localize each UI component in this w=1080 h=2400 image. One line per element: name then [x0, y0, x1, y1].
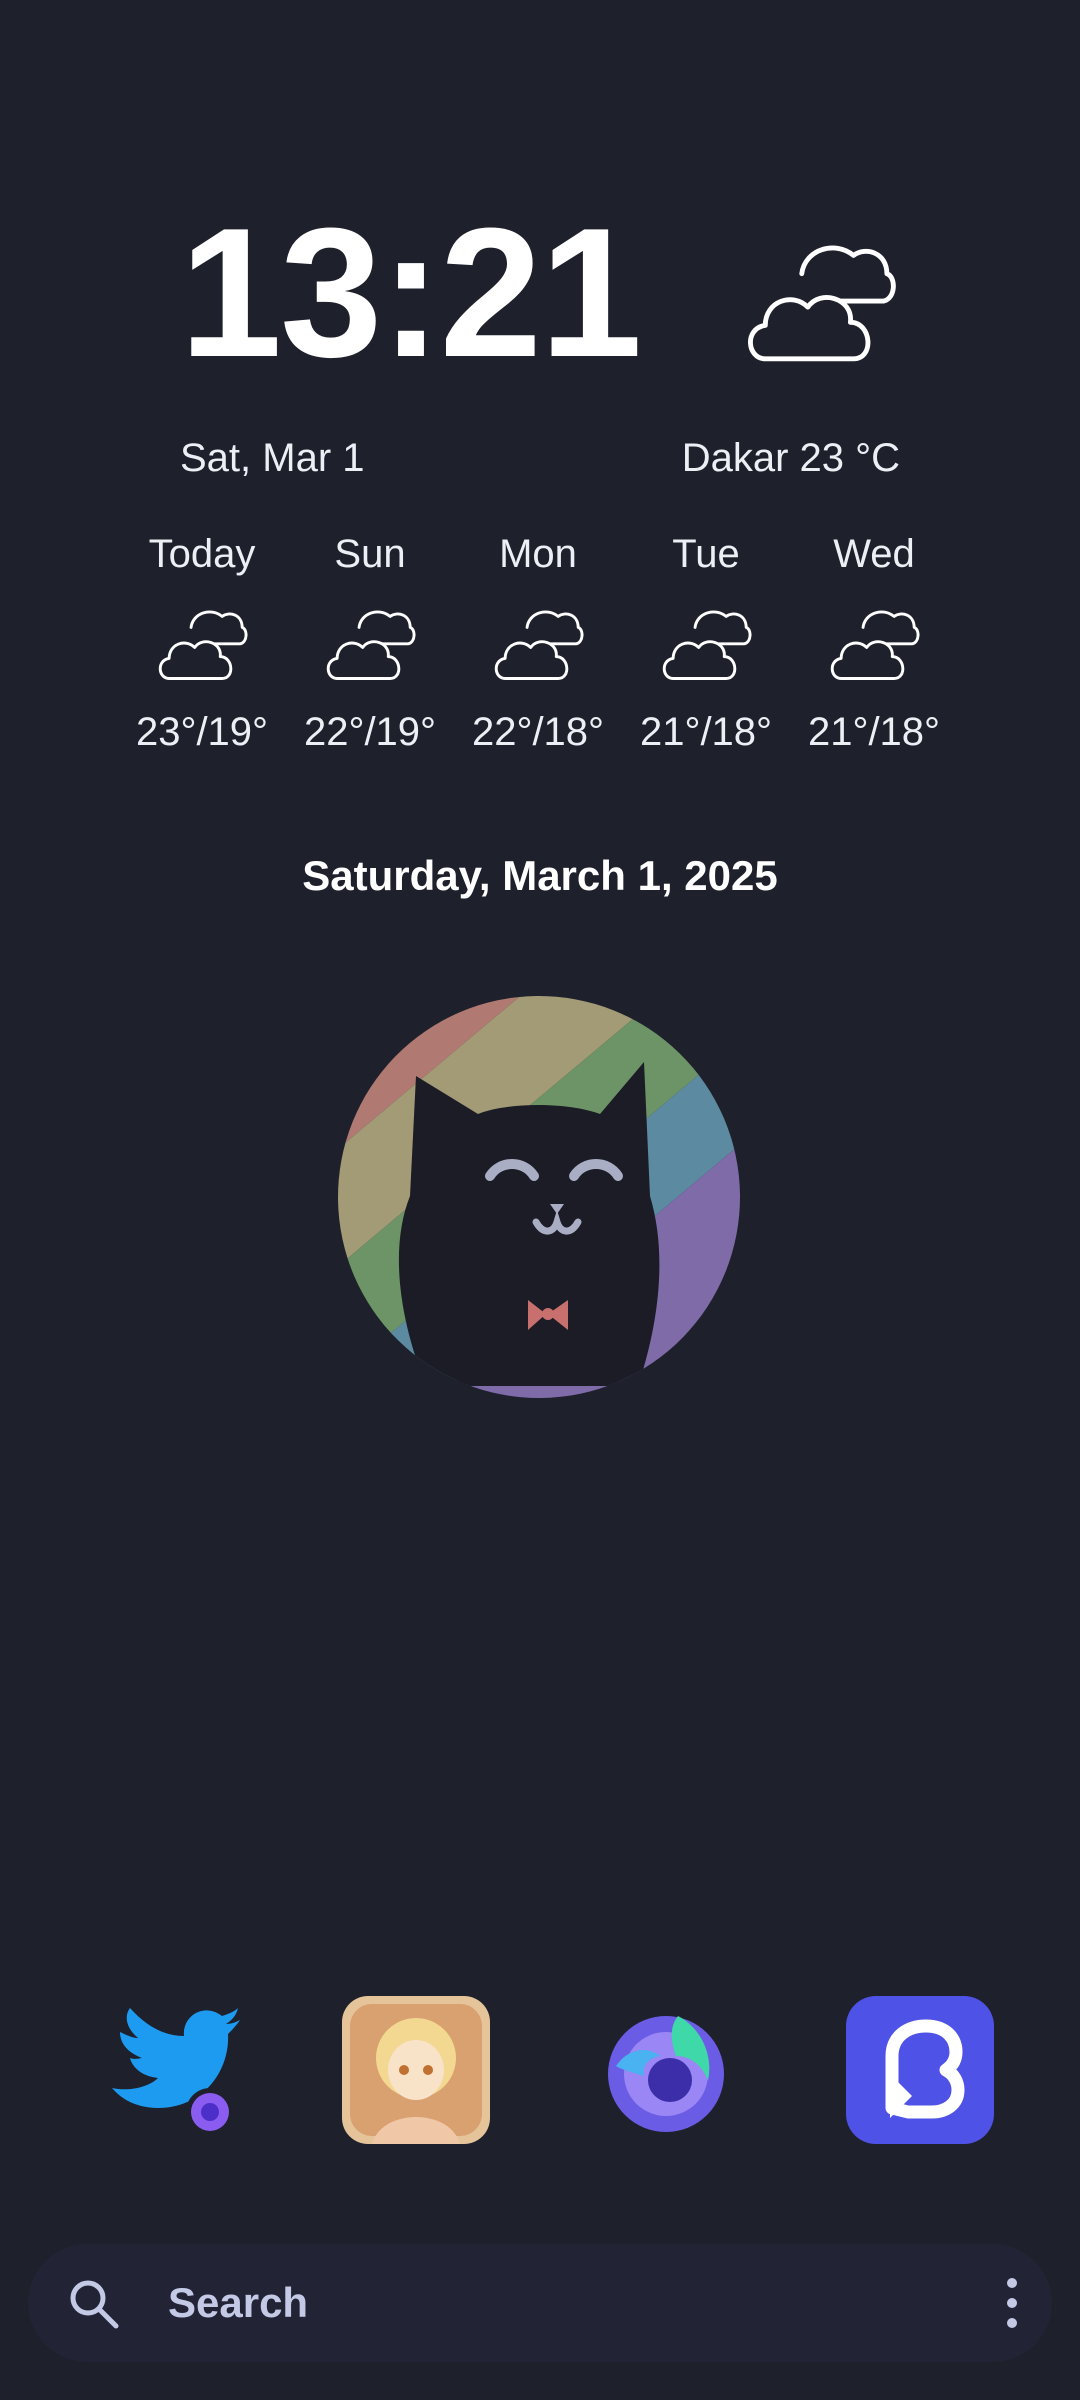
twitter-bird-icon[interactable] [98, 1996, 246, 2144]
anime-avatar-icon[interactable] [342, 1996, 490, 2144]
forecast-day-mon: Mon 22°/18° [454, 528, 622, 755]
cloudy-icon [324, 600, 416, 684]
forecast-day-label: Sun [334, 532, 406, 576]
more-vert-icon[interactable] [1000, 2274, 1024, 2332]
cloudy-icon[interactable] [744, 228, 896, 368]
search-bar[interactable]: Search [28, 2244, 1052, 2362]
search-icon[interactable] [66, 2276, 122, 2332]
forecast-day-sun: Sun 22°/19° [286, 528, 454, 755]
cloudy-icon [492, 600, 584, 684]
app-dock [0, 1996, 1080, 2144]
forecast-temperature: 23°/19° [135, 710, 269, 754]
cloudy-icon [156, 600, 248, 684]
forecast-day-label: Wed [833, 532, 915, 576]
forecast-temperature: 22°/19° [303, 710, 437, 754]
forecast-day-label: Mon [499, 532, 577, 576]
forecast-temperature: 22°/18° [471, 710, 605, 754]
weather-forecast[interactable]: Today 23°/19° Sun 22°/19° Mon 22°/18° Tu… [118, 528, 958, 755]
firefox-nightly-icon[interactable] [592, 1996, 740, 2144]
forecast-day-label: Tue [672, 532, 740, 576]
forecast-day-tue: Tue 21°/18° [622, 528, 790, 755]
search-label[interactable]: Search [168, 2276, 308, 2330]
forecast-day-label: Today [148, 532, 256, 576]
clock-time[interactable]: 13:21 [170, 200, 650, 384]
forecast-temperature: 21°/18° [639, 710, 773, 754]
cloudy-icon [828, 600, 920, 684]
location-temperature[interactable]: Dakar 23 °C [682, 436, 900, 481]
chat-app-icon[interactable] [846, 1996, 994, 2144]
cloudy-icon [660, 600, 752, 684]
cat-avatar-icon[interactable] [338, 996, 740, 1398]
date-short[interactable]: Sat, Mar 1 [180, 436, 365, 481]
forecast-day-today: Today 23°/19° [118, 528, 286, 755]
forecast-day-wed: Wed 21°/18° [790, 528, 958, 755]
date-long[interactable]: Saturday, March 1, 2025 [0, 852, 1080, 900]
forecast-temperature: 21°/18° [807, 710, 941, 754]
